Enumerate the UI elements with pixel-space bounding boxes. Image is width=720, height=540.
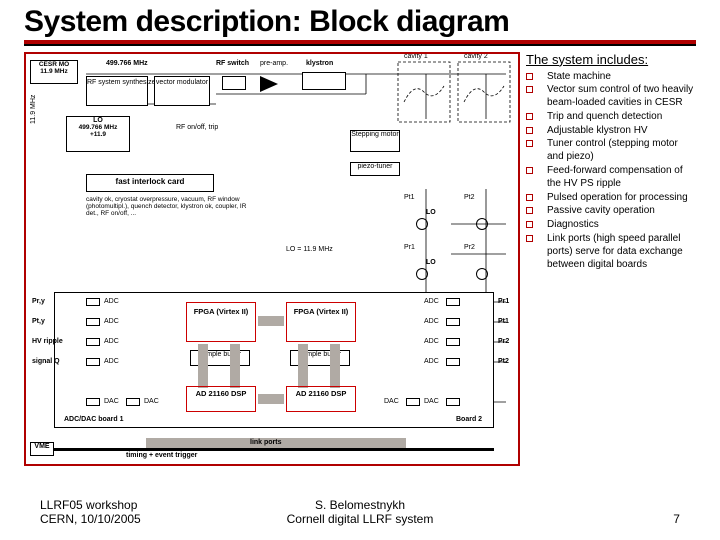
footer-center-2: Cornell digital LLRF system (253, 512, 466, 526)
bullet-text: Link ports (high speed parallel ports) s… (547, 233, 694, 271)
bullet-icon (526, 221, 533, 228)
bullet-icon (526, 73, 533, 80)
footer-left-2: CERN, 10/10/2005 (40, 512, 253, 526)
bullet-icon (526, 140, 533, 147)
bullet-text: State machine (547, 71, 611, 84)
block-diagram: CESR MO 11.9 MHz 499.766 MHz RF system s… (24, 52, 520, 466)
bullet-text: Vector sum control of two heavily beam-l… (547, 84, 694, 110)
bullet-text: Passive cavity operation (547, 205, 655, 218)
bullet-icon (526, 86, 533, 93)
bullet-text: Tuner control (stepping motor and piezo) (547, 138, 694, 164)
bullet-text: Feed-forward compensation of the HV PS r… (547, 165, 694, 191)
bullet-icon (526, 207, 533, 214)
bullet-text: Pulsed operation for processing (547, 192, 688, 205)
bullet-icon (526, 113, 533, 120)
bullet-icon (526, 194, 533, 201)
footer-center-1: S. Belomestnykh (253, 498, 466, 512)
bullet-icon (526, 127, 533, 134)
bullet-icon (526, 235, 533, 242)
page-title: System description: Block diagram (24, 6, 696, 38)
footer-left-1: LLRF05 workshop (40, 498, 253, 512)
bullet-text: Trip and quench detection (547, 111, 662, 124)
subheading: The system includes: (526, 52, 694, 67)
bullet-icon (526, 167, 533, 174)
bullet-list: State machine Vector sum control of two … (526, 71, 694, 272)
page-number: 7 (467, 512, 680, 526)
title-rule (24, 40, 696, 46)
footer: LLRF05 workshop CERN, 10/10/2005 S. Belo… (0, 498, 720, 526)
bullet-text: Adjustable klystron HV (547, 125, 648, 138)
bullet-text: Diagnostics (547, 219, 599, 232)
